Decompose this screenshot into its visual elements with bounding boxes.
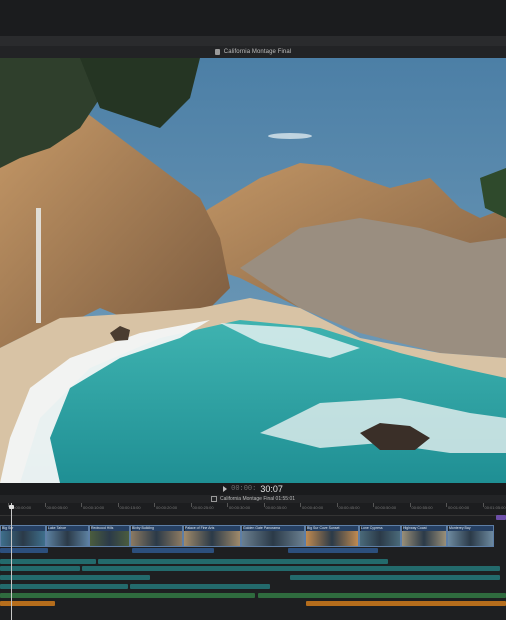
ruler-tick-label: 00:00:15:00 (119, 505, 141, 510)
connected-clip[interactable] (0, 593, 255, 598)
clip-thumbnail (242, 531, 304, 546)
connected-clip[interactable]: Narration, Voiceover (306, 601, 506, 606)
viewer-frame-image (0, 58, 506, 483)
ruler-tick (227, 503, 228, 507)
storyline-clip[interactable]: Monterey Bay (447, 525, 494, 547)
connected-clip[interactable]: Pier 39 (288, 548, 378, 553)
connected-clip[interactable] (0, 575, 150, 580)
connected-clip[interactable] (0, 559, 96, 564)
ruler-tick-label: 00:00:25:00 (192, 505, 214, 510)
clip-thumbnail (47, 531, 88, 546)
storyline-clip[interactable]: Redwood Hills (89, 525, 130, 547)
connected-clip[interactable]: Sunset Surf (290, 566, 500, 571)
connected-clip[interactable] (0, 584, 128, 589)
ruler-tick-label: 00:00:50:00 (375, 505, 397, 510)
primary-storyline: Big Sur Lake Tahoe Redwood Hills Bixby Buil… (0, 525, 506, 547)
viewer-title: California Montage Final (223, 49, 292, 55)
storyline-clip[interactable]: Golden Gate Panorama (241, 525, 305, 547)
clip-thumbnail (448, 531, 493, 546)
clip-thumbnail (1, 531, 45, 546)
app-toolbar (0, 0, 506, 36)
clip-thumbnail (184, 531, 240, 546)
ruler-tick-label: 00:01:00:00 (448, 505, 470, 510)
timecode-display[interactable]: 30:07 (260, 484, 283, 494)
toolbar-divider (0, 36, 506, 46)
connected-clip[interactable] (0, 566, 80, 571)
video-viewer[interactable] (0, 58, 506, 483)
ruler-tick (117, 503, 119, 507)
connected-clip[interactable]: Beach (290, 575, 500, 580)
ruler-tick-label: 00:00:30:00 (229, 505, 251, 510)
storyline-clip[interactable]: Bixby Building (130, 525, 183, 547)
connected-clip[interactable] (0, 601, 55, 606)
playhead[interactable] (11, 503, 12, 620)
clip-thumbnail (402, 531, 446, 546)
ruler-tick (44, 503, 46, 507)
project-icon (214, 49, 220, 55)
clip-thumbnail (360, 531, 400, 546)
storyline-clip[interactable]: Highway Coast (401, 525, 447, 547)
timeline-header: California Montage Final 01:55:01 (0, 495, 506, 503)
timecode-prefix: 00:00: (231, 485, 257, 493)
ruler-tick (336, 503, 338, 507)
ruler-tick-label: 00:00:40:00 (302, 505, 324, 510)
ruler-tick (300, 503, 301, 507)
connected-clip[interactable]: City The Empire Room (130, 584, 270, 589)
timeline-project-icon (210, 496, 217, 502)
ruler-tick-label: 00:00:35:00 (265, 505, 287, 510)
connected-clip[interactable]: Bay Bridge (0, 548, 48, 553)
connected-clip[interactable]: City (82, 566, 292, 571)
ruler-tick (373, 503, 374, 507)
ruler-tick (482, 503, 484, 507)
viewer-title-bar: California Montage Final (0, 46, 506, 58)
play-icon[interactable] (223, 486, 228, 492)
ruler-tick-label: 00:00:45:00 (338, 505, 360, 510)
ruler-tick-label: 00:00:05:00 (46, 505, 68, 510)
storyline-clip[interactable]: Lake Tahoe (46, 525, 89, 547)
ruler-tick-label: 00:00:55:00 (411, 505, 433, 510)
connected-clip[interactable]: Music (258, 593, 506, 598)
ruler-tick (190, 503, 192, 507)
connected-clip[interactable]: Traffic City (98, 559, 388, 564)
storyline-clip[interactable]: Palace of Fine Arts (183, 525, 241, 547)
ruler-tick (263, 503, 265, 507)
ruler-tick (81, 503, 82, 507)
clip-thumbnail (131, 531, 182, 546)
timeline-ruler[interactable]: 00:00:00:00 00:00:05:00 00:00:10:00 00:00:1… (0, 503, 506, 516)
ruler-tick-label: 00:00:20:00 (156, 505, 178, 510)
clip-thumbnail (306, 531, 358, 546)
ruler-tick (446, 503, 447, 507)
connected-clip[interactable] (496, 515, 506, 520)
ruler-tick-label: 00:01:05:00 (484, 505, 506, 510)
connected-clip[interactable]: Fire Gold Rush (132, 548, 214, 553)
storyline-clip[interactable]: Big Sur (0, 525, 46, 547)
ruler-tick (409, 503, 411, 507)
playhead-handle[interactable] (9, 505, 14, 509)
storyline-clip[interactable]: Lone Cypress (359, 525, 401, 547)
transport-bar: 00:00: 30:07 (0, 483, 506, 495)
timeline-project-label: California Montage Final 01:55:01 (219, 496, 296, 502)
clip-thumbnail (90, 531, 129, 546)
ruler-tick (154, 503, 155, 507)
storyline-clip[interactable]: Big Sur Cove Sunset (305, 525, 359, 547)
ruler-tick-label: 00:00:10:00 (83, 505, 105, 510)
